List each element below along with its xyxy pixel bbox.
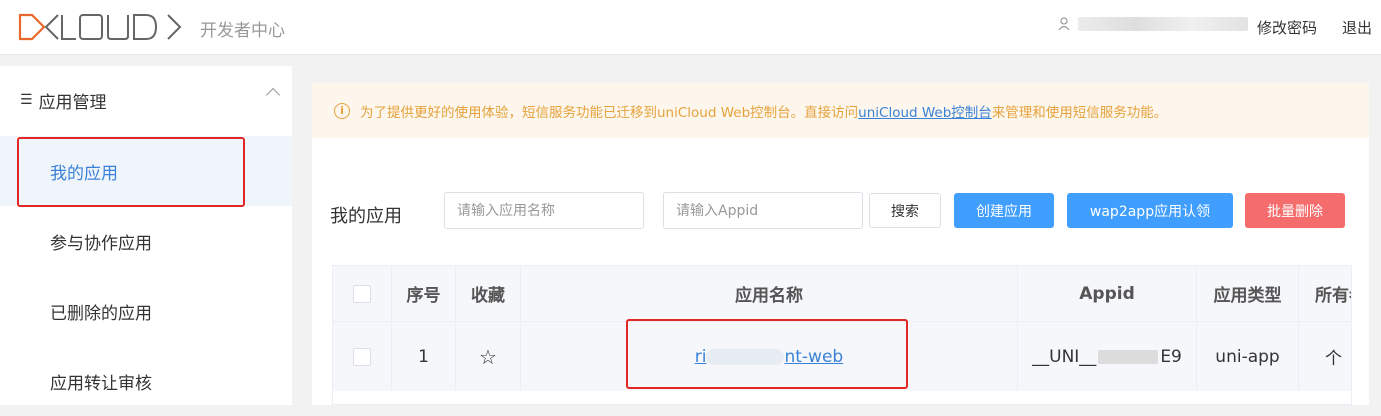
row-checkbox[interactable] [353, 347, 371, 366]
app-name-search-input[interactable] [444, 192, 644, 229]
sidebar: ☰ 应用管理 我的应用 参与协作应用 已删除的应用 应用转让审核 [0, 66, 292, 405]
select-all-cell [333, 266, 392, 321]
unicloud-console-link[interactable]: uniCloud Web控制台 [858, 101, 992, 121]
sidebar-section-label: 应用管理 [38, 92, 107, 113]
star-icon[interactable]: ☆ [479, 345, 497, 369]
sidebar-item-transfer-review[interactable]: 应用转让审核 [0, 346, 292, 416]
page-title: 我的应用 [330, 206, 402, 227]
owner-cell: 个 [1299, 322, 1351, 391]
username-redacted [1078, 17, 1248, 31]
row-select-cell [333, 322, 392, 391]
sidebar-item-label: 已删除的应用 [50, 303, 152, 324]
create-app-button[interactable]: 创建应用 [954, 193, 1054, 228]
list-icon: ☰ [20, 92, 33, 108]
sidebar-item-label: 参与协作应用 [50, 233, 152, 254]
column-header: 收藏 [456, 266, 521, 321]
table-header-row: 序号 收藏 应用名称 Appid 应用类型 所有者 [333, 266, 1351, 321]
column-header: 应用类型 [1197, 266, 1299, 321]
row-index: 1 [392, 322, 456, 391]
favorite-cell: ☆ [456, 322, 521, 391]
user-info[interactable] [1058, 17, 1248, 31]
sms-migration-notice: i 为了提供更好的使用体验，短信服务功能已迁移到uniCloud Web控制台。… [312, 83, 1369, 138]
column-header: 所有者 [1299, 266, 1351, 321]
notice-text-after: 来管理和使用短信服务功能。 [991, 104, 1168, 121]
logo-icon [18, 13, 182, 41]
highlight-box-sidebar [17, 137, 245, 207]
chevron-up-icon [265, 87, 281, 103]
info-icon: i [334, 102, 350, 119]
appid-search-input[interactable] [663, 192, 863, 229]
wap2app-claim-button[interactable]: wap2app应用认领 [1067, 193, 1233, 228]
search-button[interactable]: 搜索 [869, 193, 941, 228]
column-header: 应用名称 [521, 266, 1018, 321]
dev-center-label: 开发者中心 [200, 21, 285, 41]
dcloud-logo[interactable] [18, 12, 190, 42]
top-bar: 开发者中心 修改密码 退出 [0, 0, 1381, 55]
column-header: Appid [1018, 266, 1197, 321]
user-icon [1058, 17, 1070, 31]
batch-delete-button[interactable]: 批量删除 [1245, 193, 1345, 228]
sidebar-item-collab-apps[interactable]: 参与协作应用 [0, 206, 292, 276]
app-type-cell: uni-app [1197, 322, 1299, 391]
change-password-link[interactable]: 修改密码 [1257, 17, 1317, 38]
sidebar-item-deleted-apps[interactable]: 已删除的应用 [0, 276, 292, 346]
appid-cell: __UNI__ E9 [1018, 322, 1197, 391]
sidebar-section-app-management[interactable]: ☰ 应用管理 [0, 66, 292, 134]
column-header: 序号 [392, 266, 456, 321]
sidebar-item-label: 应用转让审核 [50, 373, 152, 394]
select-all-checkbox[interactable] [353, 284, 371, 303]
redacted-text [1098, 349, 1159, 364]
logout-link[interactable]: 退出 [1342, 17, 1372, 38]
notice-text-before: 为了提供更好的使用体验，短信服务功能已迁移到uniCloud Web控制台。直接… [360, 104, 859, 121]
highlight-box-app-name [626, 319, 908, 389]
